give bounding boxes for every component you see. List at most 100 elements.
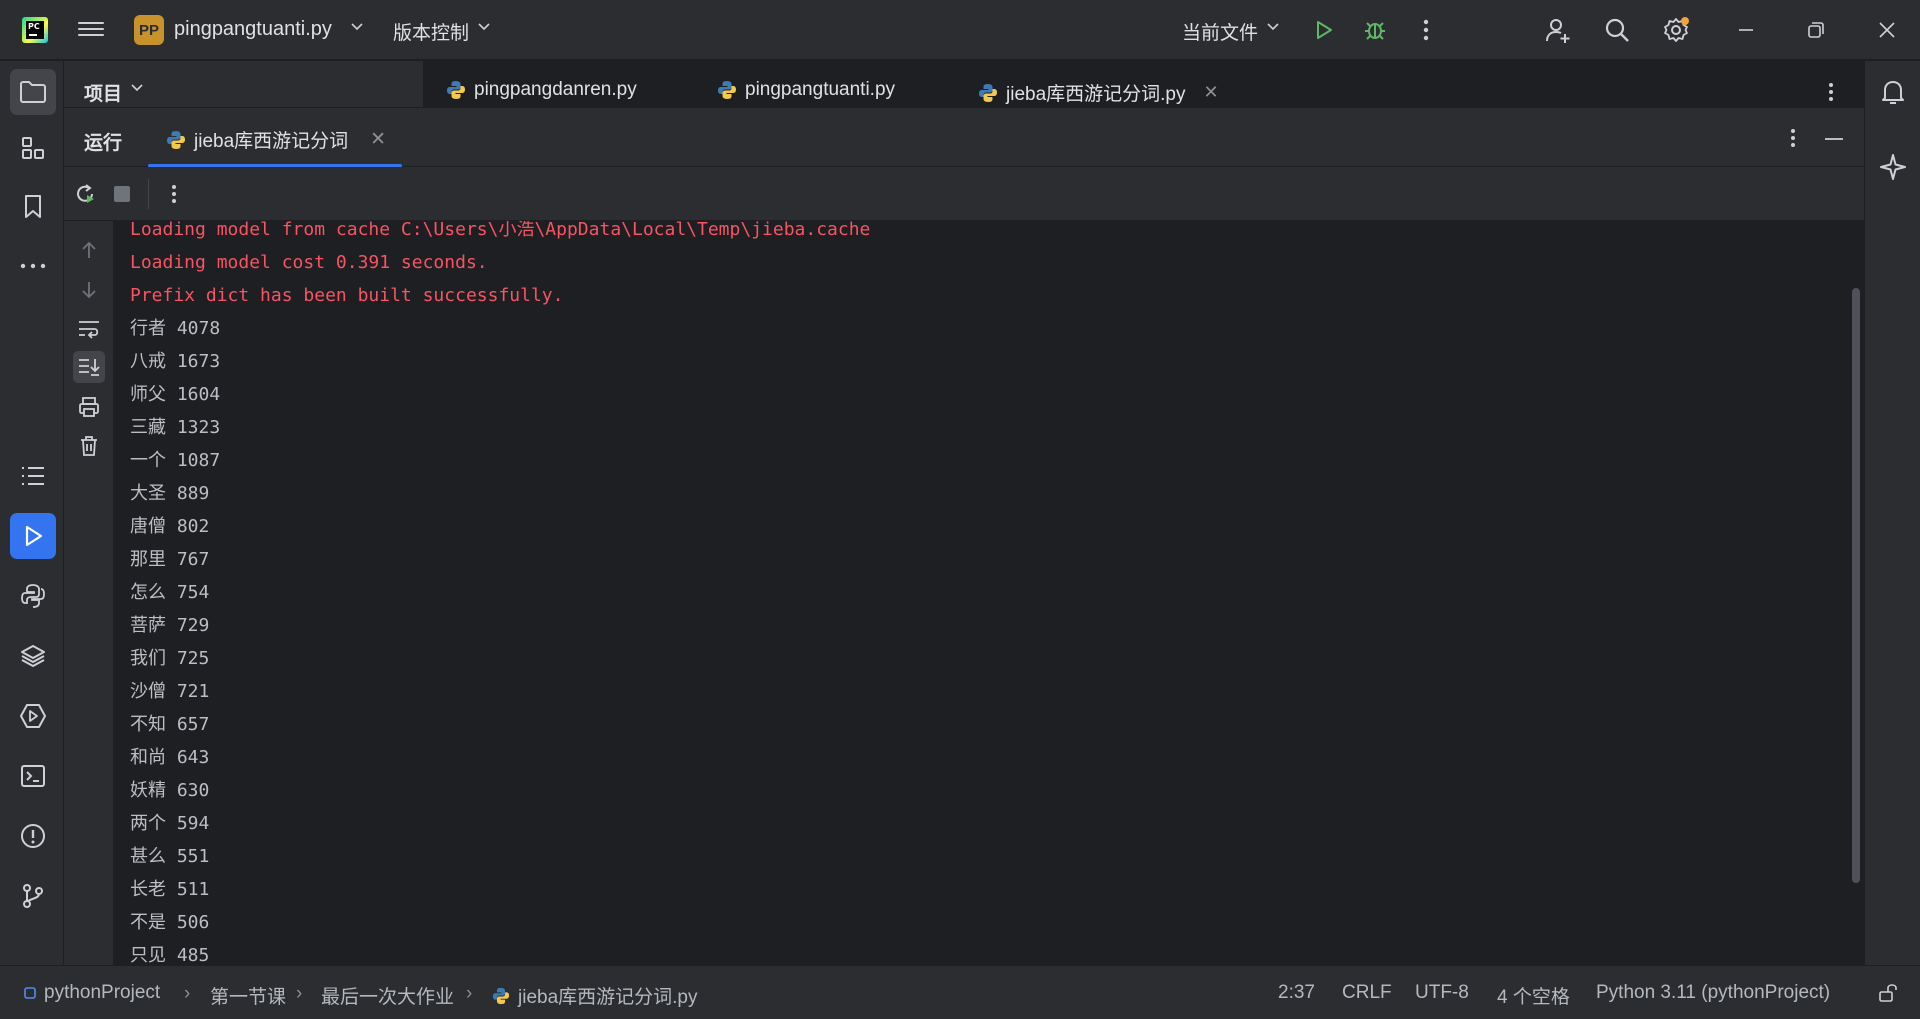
breadcrumb-item[interactable]: 最后一次大作业 bbox=[321, 982, 454, 1009]
more-icon[interactable] bbox=[1410, 14, 1442, 46]
git-icon[interactable] bbox=[10, 873, 56, 919]
python-file-icon bbox=[978, 83, 998, 103]
folder-icon[interactable] bbox=[10, 69, 56, 115]
more-icon[interactable] bbox=[1828, 82, 1834, 102]
close-tab-icon[interactable]: ✕ bbox=[1204, 82, 1219, 103]
console-line: 沙僧 721 bbox=[130, 681, 210, 702]
console-output[interactable]: Loading model from cache C:\Users\小浩\App… bbox=[114, 221, 1864, 965]
caret-position[interactable]: 2:37 bbox=[1278, 982, 1315, 1004]
console-line: 不知 657 bbox=[130, 714, 210, 735]
console-line: 师父 1604 bbox=[130, 384, 221, 405]
project-name[interactable]: pingpangtuanti.py bbox=[174, 18, 332, 41]
services-icon[interactable] bbox=[10, 693, 56, 739]
vcs-menu[interactable]: 版本控制 bbox=[393, 18, 469, 45]
run-config-selector[interactable]: 当前文件 bbox=[1182, 18, 1258, 45]
file-encoding[interactable]: UTF-8 bbox=[1415, 982, 1469, 1004]
console-line: 唐僧 802 bbox=[130, 516, 210, 537]
search-icon[interactable] bbox=[1601, 14, 1633, 46]
rerun-icon[interactable] bbox=[73, 182, 97, 206]
close-tab-icon[interactable]: ✕ bbox=[370, 128, 386, 151]
console-line: 八戒 1673 bbox=[130, 351, 221, 372]
restore-icon[interactable] bbox=[1800, 14, 1832, 46]
minimize-icon[interactable] bbox=[1730, 14, 1762, 46]
breadcrumb-item[interactable]: 第一节课 bbox=[210, 982, 286, 1009]
more-icon[interactable] bbox=[1790, 128, 1796, 148]
breadcrumb-item[interactable]: pythonProject bbox=[24, 982, 160, 1004]
terminal-icon[interactable] bbox=[10, 753, 56, 799]
console-side-toolbar bbox=[64, 221, 114, 965]
python-file-icon bbox=[166, 130, 186, 150]
console-line: 菩萨 729 bbox=[130, 615, 210, 636]
close-icon[interactable] bbox=[1871, 14, 1903, 46]
editor-tab[interactable]: pingpangtuanti.py bbox=[717, 79, 895, 101]
editor-tab-label: pingpangtuanti.py bbox=[745, 79, 896, 100]
breadcrumb-label: jieba库西游记分词.py bbox=[518, 987, 698, 1008]
trash-icon[interactable] bbox=[73, 430, 105, 462]
console-lines: Loading model from cache C:\Users\小浩\App… bbox=[130, 221, 870, 965]
run-tab-label: jieba库西游记分词 bbox=[194, 131, 349, 152]
project-panel-header: 项目 bbox=[64, 61, 424, 107]
console-line: 和尚 643 bbox=[130, 747, 210, 768]
lock-icon[interactable] bbox=[1878, 983, 1898, 1003]
console-line: 一个 1087 bbox=[130, 450, 221, 471]
chevron-down-icon[interactable] bbox=[350, 20, 364, 34]
more-horizontal-icon[interactable] bbox=[10, 243, 56, 289]
run-icon[interactable] bbox=[1308, 14, 1340, 46]
arrow-up-icon[interactable] bbox=[73, 234, 105, 266]
console-line: Loading model cost 0.391 seconds. bbox=[130, 252, 488, 273]
breadcrumb-item[interactable]: jieba库西游记分词.py bbox=[492, 982, 698, 1009]
problems-icon[interactable] bbox=[10, 813, 56, 859]
console-line: 两个 594 bbox=[130, 813, 210, 834]
soft-wrap-icon[interactable] bbox=[73, 313, 105, 345]
hamburger-menu-icon[interactable] bbox=[78, 18, 104, 40]
stop-icon[interactable] bbox=[113, 185, 131, 203]
editor-tab-label: jieba库西游记分词.py bbox=[1006, 84, 1186, 105]
console-scrollbar[interactable] bbox=[1852, 288, 1860, 883]
console-line: 行者 4078 bbox=[130, 318, 221, 339]
python-file-icon bbox=[717, 80, 737, 100]
print-icon[interactable] bbox=[73, 391, 105, 423]
run-actions-toolbar bbox=[64, 167, 1864, 221]
settings-icon[interactable] bbox=[1660, 14, 1692, 46]
minimize-panel-icon[interactable] bbox=[1824, 137, 1844, 141]
indent-setting[interactable]: 4 个空格 bbox=[1497, 982, 1570, 1009]
editor-tab[interactable]: pingpangdanren.py bbox=[446, 79, 637, 101]
editor-tab-active[interactable]: jieba库西游记分词.py ✕ bbox=[978, 79, 1219, 106]
chevron-right-icon: › bbox=[466, 983, 473, 1004]
pycharm-logo[interactable]: PC bbox=[22, 17, 48, 43]
notifications-icon[interactable] bbox=[1870, 69, 1916, 115]
line-ending[interactable]: CRLF bbox=[1342, 982, 1392, 1004]
breadcrumb-label: pythonProject bbox=[44, 982, 161, 1003]
python-interpreter[interactable]: Python 3.11 (pythonProject) bbox=[1596, 982, 1830, 1004]
list-icon[interactable] bbox=[10, 453, 56, 499]
console-line: 不是 506 bbox=[130, 912, 210, 933]
debug-icon[interactable] bbox=[1359, 14, 1391, 46]
project-panel-label[interactable]: 项目 bbox=[84, 79, 122, 106]
layers-icon[interactable] bbox=[10, 633, 56, 679]
editor-tab-label: pingpangdanren.py bbox=[474, 79, 637, 100]
console-line: Prefix dict has been built successfully. bbox=[130, 285, 564, 306]
python-file-icon bbox=[446, 80, 466, 100]
more-icon[interactable] bbox=[171, 184, 177, 204]
chevron-down-icon[interactable] bbox=[130, 81, 144, 95]
chevron-down-icon[interactable] bbox=[477, 20, 491, 34]
run-panel-title: 运行 bbox=[84, 133, 123, 154]
run-tab[interactable]: jieba库西游记分词 ✕ bbox=[148, 108, 402, 168]
right-tool-window-bar bbox=[1864, 61, 1920, 965]
project-badge[interactable]: PP bbox=[134, 15, 164, 45]
ai-assistant-icon[interactable] bbox=[1870, 144, 1916, 190]
arrow-down-icon[interactable] bbox=[73, 274, 105, 306]
structure-icon[interactable] bbox=[10, 125, 56, 171]
console-line: 大圣 889 bbox=[130, 483, 210, 504]
left-tool-window-bar bbox=[0, 61, 64, 965]
python-file-icon bbox=[492, 987, 510, 1005]
console-line: 那里 767 bbox=[130, 549, 210, 570]
python-console-icon[interactable] bbox=[10, 573, 56, 619]
console-line: 妖精 630 bbox=[130, 780, 210, 801]
chevron-down-icon[interactable] bbox=[1266, 20, 1280, 34]
add-user-icon[interactable] bbox=[1542, 14, 1574, 46]
scroll-to-end-icon[interactable] bbox=[73, 351, 105, 383]
editor-tabs: pingpangdanren.py pingpangtuanti.py jieb… bbox=[424, 61, 1864, 107]
bookmark-icon[interactable] bbox=[10, 184, 56, 230]
run-panel-icon[interactable] bbox=[10, 513, 56, 559]
